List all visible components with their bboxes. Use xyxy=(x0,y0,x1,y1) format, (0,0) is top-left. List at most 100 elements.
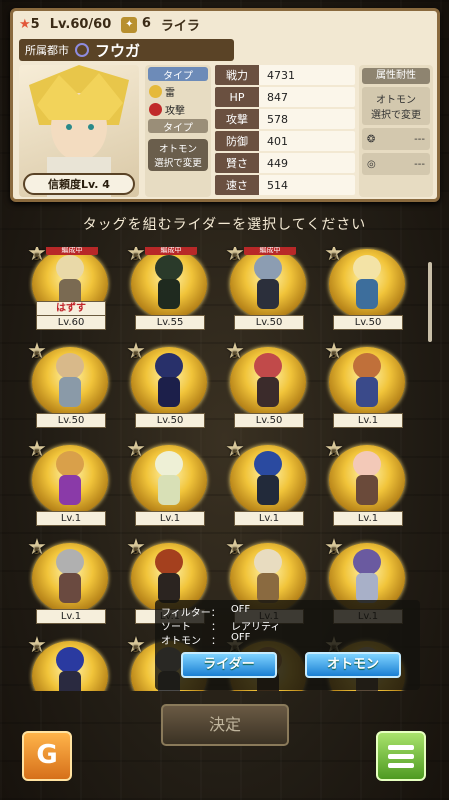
rider-info-panel: ★5 Lv.60/60 ✦ 6 ライラ 所属都市 フウガ 信頼度Lv. 4 タイ… xyxy=(10,8,440,202)
rider-chibi xyxy=(347,255,387,319)
rarity-star-icon: ★5 xyxy=(28,247,47,266)
attack-type: 攻撃 xyxy=(149,101,207,117)
rider-chibi xyxy=(248,451,288,515)
menu-button[interactable] xyxy=(376,731,426,781)
otomon-select-hint: オトモン 選択で変更 xyxy=(148,139,208,171)
rider-level: Lv.1 xyxy=(333,511,403,526)
back-icon: G xyxy=(36,740,58,770)
rider-level: Lv.50 xyxy=(36,413,106,428)
city-row: 所属都市 フウガ xyxy=(19,39,234,61)
rarity-star-icon: ★5 xyxy=(324,247,344,266)
rider-chibi xyxy=(248,255,288,319)
rider-card[interactable]: ★5 xyxy=(28,635,112,691)
rider-level: Lv.50 xyxy=(333,315,403,330)
rider-card[interactable]: ★5 Lv.1 xyxy=(324,439,409,527)
rider-level: Lv.1 xyxy=(234,511,304,526)
stat-row: HP 847 xyxy=(215,87,355,107)
rider-card[interactable]: ★ 5 編成中 Lv.55 xyxy=(126,247,211,331)
rider-level: Lv.60 xyxy=(36,315,106,330)
grid-scrollbar[interactable] xyxy=(428,262,432,342)
otomon-filter-line: オトモン ： OFF xyxy=(161,632,251,647)
rider-level: Lv.1 xyxy=(36,609,106,624)
resistance-slot: ◎ --- xyxy=(362,153,430,175)
otomon-type-label: タイプ xyxy=(148,119,208,134)
rider-name: フウガ xyxy=(95,41,141,60)
stat-value: 578 xyxy=(259,109,355,129)
sort-line: ソート ：レアリティ xyxy=(161,622,281,633)
rider-chibi xyxy=(347,353,387,417)
rider-card[interactable]: ★5 Lv.1 xyxy=(324,341,409,429)
filter-overlay: フィルター： OFF ソート ：レアリティ オトモン ： OFF ライダー オトモン xyxy=(155,600,420,690)
trust-level: 信頼度Lv. 4 xyxy=(23,173,135,195)
rider-level: Lv.50 xyxy=(135,413,205,428)
rider-level: Lv.1 xyxy=(135,511,205,526)
confirm-button[interactable]: 決定 xyxy=(161,704,289,746)
rider-chibi xyxy=(149,353,189,417)
element-type: 雷 xyxy=(149,83,207,99)
rider-card[interactable]: ★5 Lv.1 xyxy=(28,537,112,625)
rarity-star-icon: ★5 xyxy=(324,535,344,560)
rider-chibi xyxy=(50,647,90,691)
header-row: ★5 Lv.60/60 ✦ 6 ライラ xyxy=(19,15,200,34)
otomon-tab-button[interactable]: オトモン xyxy=(305,652,401,678)
page-title: タッグを組むライダーを選択してください xyxy=(82,217,367,233)
type-label: タイプ xyxy=(148,67,208,82)
rider-card[interactable]: ★5 Lv.1 xyxy=(28,439,112,527)
stat-value: 449 xyxy=(259,153,355,173)
stat-row: 攻撃 578 xyxy=(215,109,355,129)
rider-chibi xyxy=(149,451,189,515)
rider-portrait: 信頼度Lv. 4 xyxy=(19,65,139,197)
rider-card[interactable]: ★ 5 Lv.50 xyxy=(225,341,310,429)
rider-card[interactable]: ★ 5 Lv.50 xyxy=(324,247,409,331)
rank-icon: ✦ xyxy=(121,17,138,33)
rarity-star-icon: ★5 xyxy=(225,535,245,560)
stat-key: 戦力 xyxy=(215,65,259,85)
rarity-star-icon: ★5 xyxy=(126,535,146,560)
stat-row: 賢さ 449 xyxy=(215,153,355,173)
rider-chibi xyxy=(149,255,189,319)
city-crest-icon xyxy=(75,43,89,57)
city-label: 所属都市 xyxy=(25,44,69,57)
rider-chibi xyxy=(50,451,90,515)
rider-card[interactable]: ★ 5 編成中 はずす Lv.60 xyxy=(28,247,112,331)
rider-chibi xyxy=(50,549,90,613)
stat-row: 速さ 514 xyxy=(215,175,355,195)
resist-icon: ❂ xyxy=(367,133,376,145)
resist-icon: ◎ xyxy=(367,158,376,170)
rider-tab-button[interactable]: ライダー xyxy=(181,652,277,678)
rider-card[interactable]: ★5 Lv.1 xyxy=(225,439,310,527)
rider-chibi xyxy=(347,451,387,515)
stat-value: 847 xyxy=(259,87,355,107)
rarity-star-icon: ★5 xyxy=(324,339,344,364)
rider-chibi xyxy=(50,353,90,417)
rarity-star-icon: ★5 xyxy=(126,437,146,462)
thunder-icon xyxy=(149,84,162,98)
menu-icon-bar xyxy=(388,763,414,768)
rider-card[interactable]: ★ 5 Lv.50 xyxy=(126,341,211,429)
resistance-otomon-hint: オトモン 選択で変更 xyxy=(362,87,430,125)
menu-icon-bar xyxy=(388,754,414,759)
stat-key: 攻撃 xyxy=(215,109,259,129)
back-button[interactable]: G xyxy=(22,731,72,781)
remove-label[interactable]: はずす xyxy=(36,301,106,316)
rider-level: Lv.1 xyxy=(36,511,106,526)
rarity-star-icon: ★5 xyxy=(126,339,146,364)
rider-card[interactable]: ★5 Lv.1 xyxy=(126,439,211,527)
rarity-star-icon: ★5 xyxy=(28,633,47,658)
type-panel: タイプ 雷 攻撃 タイプ オトモン 選択で変更 xyxy=(145,65,211,197)
rarity-star-icon: ★5 xyxy=(28,437,47,462)
stat-row: 防御 401 xyxy=(215,131,355,151)
stat-value: 4731 xyxy=(259,65,355,85)
resistance-panel: 属性耐性 オトモン 選択で変更 ❂ --- ◎ --- xyxy=(359,65,433,197)
filter-line: フィルター： OFF xyxy=(161,604,251,619)
rider-card[interactable]: ★ 5 編成中 Lv.50 xyxy=(225,247,310,331)
rarity-star-icon: ★5 xyxy=(28,535,47,560)
rarity-star-icon: ★5 xyxy=(225,247,245,266)
resistance-title: 属性耐性 xyxy=(362,68,430,84)
rider-level: Lv.50 xyxy=(234,413,304,428)
rarity: ★5 xyxy=(19,17,40,32)
stat-value: 401 xyxy=(259,131,355,151)
resistance-slot: ❂ --- xyxy=(362,128,430,150)
rarity-star-icon: ★5 xyxy=(126,247,146,266)
rider-card[interactable]: ★ 5 Lv.50 xyxy=(28,341,112,429)
